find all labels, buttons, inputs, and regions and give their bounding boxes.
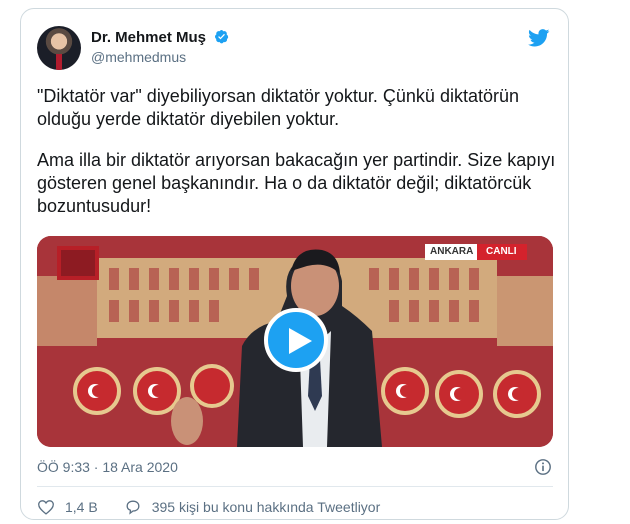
divider xyxy=(37,486,553,487)
badge-city: ANKARA xyxy=(430,246,474,257)
heart-icon[interactable] xyxy=(37,499,55,515)
badge-live: CANLI xyxy=(486,246,517,257)
avatar[interactable] xyxy=(37,26,81,70)
tweet-timestamp[interactable]: ÖÖ 9:33 · 18 Ara 2020 xyxy=(37,459,178,475)
tweet-paragraph-2: Ama illa bir diktatör arıyorsan bakacağı… xyxy=(37,150,556,216)
twitter-bird-icon[interactable] xyxy=(528,29,550,47)
author-handle[interactable]: @mehmedmus xyxy=(91,49,186,65)
tweet-card[interactable]: Dr. Mehmet Muş @mehmedmus "Diktatör var"… xyxy=(20,8,569,520)
like-count[interactable]: 1,4 B xyxy=(65,499,98,515)
tweet-actions: 1,4 B 395 kişi bu konu hakkında Tweetliy… xyxy=(37,499,380,515)
verified-badge-icon xyxy=(215,29,229,44)
play-icon xyxy=(289,328,312,354)
tweet-text: "Diktatör var" diyebiliyorsan diktatör y… xyxy=(37,85,557,236)
author-name-text[interactable]: Dr. Mehmet Muş xyxy=(91,29,206,46)
tweet-paragraph-1: "Diktatör var" diyebiliyorsan diktatör y… xyxy=(37,86,519,129)
talking-about-count[interactable]: 395 kişi bu konu hakkında Tweetliyor xyxy=(152,499,381,515)
comment-icon[interactable] xyxy=(124,499,142,515)
author-name[interactable]: Dr. Mehmet Muş xyxy=(91,29,229,46)
info-icon[interactable] xyxy=(534,458,552,476)
video-player[interactable]: ANKARA CANLI xyxy=(37,236,553,447)
play-button[interactable] xyxy=(264,308,328,372)
